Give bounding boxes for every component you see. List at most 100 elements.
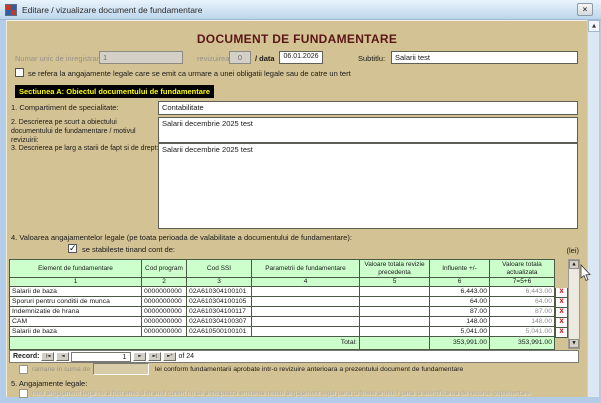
cell-influente[interactable]: 5,041.00 <box>429 326 490 337</box>
title-bar: Editare / vizualizare document de fundam… <box>0 0 601 20</box>
col-header-cod-program: Cod program <box>141 259 187 278</box>
cell-cod-ssi[interactable]: 02A610304100307 <box>186 316 252 327</box>
close-button[interactable]: × <box>577 3 593 16</box>
last-record-button[interactable]: ►| <box>148 352 162 361</box>
record-number-input[interactable]: 1 <box>71 351 132 362</box>
compartiment-field[interactable]: Contabilitate <box>158 101 578 115</box>
cell-val-actualizata: 64.00 <box>489 296 555 307</box>
section5-label: 5. Angajamente legale: <box>11 379 88 388</box>
reg-number-label: Numar unic de inregistrare: <box>15 54 106 63</box>
fundamentare-table: Element de fundamentare Cod program Cod … <box>9 259 555 350</box>
cell-influente[interactable]: 64.00 <box>429 296 490 307</box>
cell-element[interactable]: CAM <box>9 316 142 327</box>
date-field[interactable]: 06.01.2026 <box>279 51 323 64</box>
section-a-header: Sectiunea A: Obiectul documentului de fu… <box>15 85 214 98</box>
cell-influente[interactable]: 87.00 <box>429 306 490 317</box>
mouse-cursor <box>580 264 591 282</box>
cell-cod-program[interactable]: 0000000000 <box>141 306 187 317</box>
ramane-label: ramane in suma de <box>32 366 91 373</box>
cell-parametrii[interactable] <box>251 296 360 307</box>
cell-cod-program[interactable]: 0000000000 <box>141 296 187 307</box>
delete-row-button[interactable]: X <box>555 308 568 318</box>
row-delete-column: X X X X X <box>555 259 568 350</box>
record-label: Record: <box>13 353 40 360</box>
col-header-influente: Influente +/- <box>429 259 490 278</box>
new-record-button[interactable]: ►* <box>163 352 177 361</box>
delete-row-button[interactable]: X <box>555 328 568 338</box>
descriere-scurt-field[interactable]: Salarii decembrie 2025 test <box>158 117 578 143</box>
table-scrollbar[interactable]: ▲ ▼ <box>568 259 580 349</box>
table-row: Salarii de baza 0000000000 02A6105001001… <box>9 326 555 337</box>
cell-parametrii[interactable] <box>251 316 360 327</box>
cell-val-precedenta[interactable] <box>359 286 430 297</box>
cell-val-precedenta[interactable] <box>359 316 430 327</box>
record-count-label: of 24 <box>178 353 195 360</box>
cell-cod-ssi[interactable]: 02A610304100117 <box>186 306 252 317</box>
col-header-val-precedenta: Valoare totala revizie precedenta <box>359 259 430 278</box>
col-header-val-actualizata: Valoare totala actualizata <box>489 259 555 278</box>
descriere-scurt-label: 2. Descrierea pe scurt a obiectului docu… <box>11 119 136 145</box>
total-row: Total: 353,991.00 353,991.00 <box>9 336 555 350</box>
cell-parametrii[interactable] <box>251 286 360 297</box>
table-header-row: Element de fundamentare Cod program Cod … <box>9 259 555 278</box>
cell-parametrii[interactable] <box>251 326 360 337</box>
revision-label: revizuirea <box>197 54 230 63</box>
subtitle-field[interactable]: Salarii test <box>391 51 578 64</box>
cell-element[interactable]: Sporuri pentru conditii de munca <box>9 296 142 307</box>
delete-row-button[interactable]: X <box>555 318 568 328</box>
total-val-actualizata: 353,991.00 <box>489 336 555 350</box>
subtitle-label: Subtitlu: <box>358 54 386 63</box>
cell-element[interactable]: Indemnizatie de hrana <box>9 306 142 317</box>
cell-cod-ssi[interactable]: 02A610304100101 <box>186 286 252 297</box>
angajament-legal-label: noul angajament legal nu a fost emis si … <box>32 390 530 397</box>
total-label: Total: <box>9 336 360 350</box>
cell-cod-program[interactable]: 0000000000 <box>141 286 187 297</box>
se-stabileste-checkbox[interactable]: ✓ <box>68 244 77 254</box>
cell-val-precedenta[interactable] <box>359 326 430 337</box>
ramane-amount-field <box>93 363 149 375</box>
cell-val-actualizata: 87.00 <box>489 306 555 317</box>
col-header-cod-ssi: Cod SSI <box>186 259 252 278</box>
check-icon: ✓ <box>69 244 77 254</box>
col-header-parametrii: Parametrii de fundamentare <box>251 259 360 278</box>
next-record-button[interactable]: ► <box>133 352 147 361</box>
descriere-larg-field[interactable]: Salarii decembrie 2025 test <box>158 143 578 229</box>
descriere-larg-label: 3. Descrierea pe larg a starii de fapt s… <box>11 145 159 152</box>
form-icon <box>5 3 17 16</box>
cell-cod-ssi[interactable]: 02A610304100105 <box>186 296 252 307</box>
section4-label: 4. Valoarea angajamentelor legale (pe to… <box>11 233 352 242</box>
date-label: / data <box>255 54 275 63</box>
lei-unit-label: (lei) <box>566 246 580 255</box>
cell-influente[interactable]: 6,443.00 <box>429 286 490 297</box>
scroll-up-icon[interactable]: ▲ <box>569 260 579 269</box>
window-title: Editare / vizualizare document de fundam… <box>22 4 203 15</box>
cell-cod-program[interactable]: 0000000000 <box>141 316 187 327</box>
delete-row-button[interactable]: X <box>555 298 568 308</box>
cell-val-precedenta[interactable] <box>359 306 430 317</box>
ramane-suffix-label: lei conform fundamentarii aprobate intr-… <box>155 366 464 373</box>
dialog-window: Editare / vizualizare document de fundam… <box>0 0 601 403</box>
first-record-button[interactable]: |◄ <box>41 352 55 361</box>
delete-row-button[interactable]: X <box>555 288 568 298</box>
scroll-down-icon[interactable]: ▼ <box>569 339 579 348</box>
table-row: CAM 0000000000 02A610304100307 148.00 14… <box>9 316 555 327</box>
col-header-element: Element de fundamentare <box>9 259 142 278</box>
column-number-row: 1 2 3 4 5 6 7=5+6 <box>9 277 555 287</box>
total-influente: 353,991.00 <box>429 336 490 350</box>
fundamentare-table-wrap: Element de fundamentare Cod program Cod … <box>9 259 580 350</box>
cell-element[interactable]: Salarii de baza <box>9 326 142 337</box>
cell-cod-program[interactable]: 0000000000 <box>141 326 187 337</box>
cell-influente[interactable]: 148.00 <box>429 316 490 327</box>
cell-parametrii[interactable] <box>251 306 360 317</box>
cell-val-actualizata: 6,443.00 <box>489 286 555 297</box>
cell-val-actualizata: 5,041.00 <box>489 326 555 337</box>
form-scrollbar[interactable]: ▲ <box>587 20 600 397</box>
form-client-area: DOCUMENT DE FUNDAMENTARE Numar unic de i… <box>6 20 587 398</box>
cell-val-precedenta[interactable] <box>359 296 430 307</box>
cell-element[interactable]: Salarii de baza <box>9 286 142 297</box>
tert-checkbox[interactable] <box>15 68 24 77</box>
se-stabileste-label: se stabileste tinand cont de: <box>82 245 175 254</box>
previous-record-button[interactable]: ◄ <box>56 352 70 361</box>
cell-cod-ssi[interactable]: 02A610500100101 <box>186 326 252 337</box>
scroll-up-icon[interactable]: ▲ <box>588 20 600 32</box>
